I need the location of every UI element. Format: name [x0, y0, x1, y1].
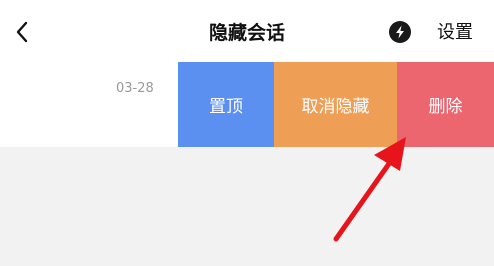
hidden-conversation-row[interactable]: 03-28 置顶 取消隐藏 删除: [0, 62, 494, 147]
settings-button[interactable]: 设置: [437, 0, 473, 62]
conversation-date: 03-28: [116, 81, 154, 96]
top-bar: 隐藏会话 设置: [0, 0, 494, 62]
unhide-button[interactable]: 取消隐藏: [274, 62, 397, 147]
lightning-bolt-icon[interactable]: [389, 21, 411, 43]
pin-button[interactable]: 置顶: [178, 62, 274, 147]
delete-button[interactable]: 删除: [397, 62, 494, 147]
page-title: 隐藏会话: [208, 21, 285, 44]
